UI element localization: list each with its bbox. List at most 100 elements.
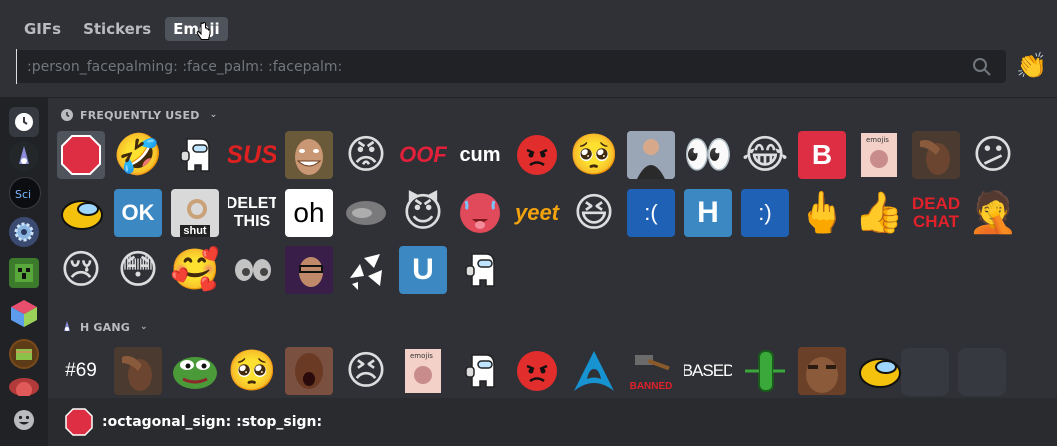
emoji-persevere[interactable]: 😣 bbox=[342, 347, 390, 395]
sign-icon: emojis bbox=[405, 349, 441, 393]
emoji-blurry-eyes[interactable] bbox=[228, 246, 276, 294]
clock-icon bbox=[15, 113, 33, 131]
book-icon bbox=[11, 341, 37, 367]
chevron-down-icon: ⌄ bbox=[209, 110, 218, 120]
emoji-dead-chat[interactable]: DEAD CHAT bbox=[912, 189, 960, 237]
emoji-cry[interactable]: 😢 bbox=[57, 246, 105, 294]
emoji-sad-bluescreen[interactable]: :( bbox=[627, 189, 675, 237]
emoji-pepe[interactable] bbox=[171, 347, 219, 395]
sidebar-item-h-gang[interactable] bbox=[9, 141, 39, 171]
emoji-splat[interactable] bbox=[342, 246, 390, 294]
ok-hand-icon bbox=[187, 199, 207, 219]
emoji-h[interactable]: H bbox=[684, 189, 732, 237]
emoji-delet-this[interactable]: DELET THIS bbox=[228, 189, 276, 237]
emoji-confused[interactable]: 😕 bbox=[969, 131, 1017, 179]
emoji-based[interactable]: BASED bbox=[684, 347, 732, 395]
stop-sign-icon bbox=[61, 135, 101, 175]
emoji-person-facepalming[interactable]: 🤦 bbox=[969, 189, 1017, 237]
emoji-guy-closeup[interactable] bbox=[798, 347, 846, 395]
emoji-rofl[interactable]: 🤣 bbox=[114, 131, 162, 179]
category-label: H GANG bbox=[80, 320, 131, 334]
emoji-angry[interactable]: 😡 bbox=[342, 131, 390, 179]
emoji-oh[interactable]: oh bbox=[285, 189, 333, 237]
emoji-rage[interactable] bbox=[513, 131, 561, 179]
sidebar-item-recent[interactable] bbox=[9, 107, 39, 137]
sidebar-item-more[interactable] bbox=[9, 378, 39, 398]
hand-cursor-icon bbox=[196, 22, 211, 40]
emoji-octagonal-sign[interactable] bbox=[57, 131, 105, 179]
tab-stickers[interactable]: Stickers bbox=[75, 17, 159, 41]
hot-face-icon bbox=[460, 193, 500, 233]
server-icon bbox=[19, 146, 29, 164]
crewmate-icon bbox=[61, 200, 103, 230]
sidebar-item-scifi[interactable]: Sci bbox=[9, 177, 41, 209]
server-icon bbox=[64, 321, 70, 331]
emoji-middle-finger[interactable]: 🖕 bbox=[798, 189, 846, 237]
emoji-ok[interactable]: OK bbox=[114, 189, 162, 237]
emoji-b[interactable]: B bbox=[798, 131, 846, 179]
crewmate-icon bbox=[465, 253, 495, 287]
emoji-facepalm-guy[interactable] bbox=[912, 131, 960, 179]
emoji-emojis-sign[interactable]: emojis bbox=[855, 131, 903, 179]
blurry-face-icon bbox=[346, 201, 386, 225]
search-icon[interactable] bbox=[972, 57, 992, 77]
pickle-icon bbox=[745, 350, 785, 392]
search-bar bbox=[16, 49, 1006, 84]
category-header-h-gang[interactable]: H GANG ⌄ bbox=[60, 318, 148, 336]
emoji-flushed[interactable]: 😳 bbox=[114, 246, 162, 294]
search-input[interactable] bbox=[16, 49, 972, 84]
emoji-sus[interactable]: SUS bbox=[228, 131, 276, 179]
emoji-69[interactable]: #69 bbox=[57, 347, 105, 395]
emoji-emojis-sign-2[interactable]: emojis bbox=[399, 347, 447, 395]
crewmate-icon bbox=[180, 138, 210, 172]
emojis-text: emojis bbox=[866, 136, 889, 144]
emoji-placeholder[interactable] bbox=[901, 348, 949, 396]
emoji-imp[interactable]: 😈 bbox=[399, 189, 447, 237]
emoji-thumbsup[interactable]: 👍 bbox=[855, 189, 903, 237]
clapping-hands-icon[interactable]: 👏 bbox=[1016, 52, 1047, 80]
face-icon bbox=[114, 347, 162, 395]
emoji-eyes[interactable]: 👀 bbox=[684, 131, 732, 179]
emoji-cum[interactable]: cum bbox=[456, 131, 504, 179]
emoji-grin-man[interactable] bbox=[285, 131, 333, 179]
person-icon bbox=[627, 131, 675, 179]
emoji-streamer[interactable] bbox=[285, 246, 333, 294]
emoji-arch-logo[interactable] bbox=[570, 347, 618, 395]
chevron-down-icon: ⌄ bbox=[140, 322, 148, 332]
emoji-rickroll[interactable] bbox=[627, 131, 675, 179]
category-header-frequently-used[interactable]: FREQUENTLY USED ⌄ bbox=[60, 106, 217, 124]
sidebar-item-book[interactable] bbox=[9, 339, 39, 369]
emoji-among-us-white-3[interactable] bbox=[456, 347, 504, 395]
sidebar-item-cube[interactable] bbox=[9, 298, 39, 328]
emoji-oof[interactable]: OOF bbox=[399, 131, 447, 179]
emoji-among-us-white[interactable] bbox=[171, 131, 219, 179]
emoji-laughing[interactable]: 😆 bbox=[570, 189, 618, 237]
emoji-among-us-yellow[interactable] bbox=[57, 189, 105, 237]
gear-icon bbox=[14, 222, 34, 242]
crewmate-icon bbox=[465, 354, 495, 388]
emoji-pickle[interactable] bbox=[741, 347, 789, 395]
emoji-hot-face[interactable] bbox=[456, 189, 504, 237]
emoji-smiling-hearts[interactable]: 🥰 bbox=[171, 246, 219, 294]
sidebar-item-gear[interactable] bbox=[9, 217, 39, 247]
emoji-u[interactable]: U bbox=[399, 246, 447, 294]
smile-icon[interactable] bbox=[12, 408, 36, 432]
emoji-crying-laugh[interactable]: 😂 bbox=[741, 131, 789, 179]
emoji-shut[interactable]: shut bbox=[171, 189, 219, 237]
emoji-yeet[interactable]: yeet bbox=[513, 189, 561, 237]
emoji-facepalm-guy-2[interactable] bbox=[114, 347, 162, 395]
emoji-among-us-yellow-2[interactable] bbox=[855, 347, 903, 395]
category-sidebar: Sci bbox=[0, 98, 48, 446]
emoji-among-us-white-2[interactable] bbox=[456, 246, 504, 294]
stop-sign-icon bbox=[65, 408, 93, 436]
sidebar-item-minecraft[interactable] bbox=[9, 258, 39, 288]
emoji-pleading-2[interactable]: 🥺 bbox=[228, 347, 276, 395]
emoji-blurry-face[interactable] bbox=[342, 189, 390, 237]
emoji-pleading[interactable]: 🥺 bbox=[570, 131, 618, 179]
emoji-banned[interactable]: BANNED bbox=[627, 347, 675, 395]
emoji-rage-2[interactable] bbox=[513, 347, 561, 395]
emoji-happy-bluescreen[interactable]: :) bbox=[741, 189, 789, 237]
emoji-shocked-man[interactable] bbox=[285, 347, 333, 395]
tab-gifs[interactable]: GIFs bbox=[16, 17, 69, 41]
emoji-placeholder[interactable] bbox=[958, 348, 1006, 396]
